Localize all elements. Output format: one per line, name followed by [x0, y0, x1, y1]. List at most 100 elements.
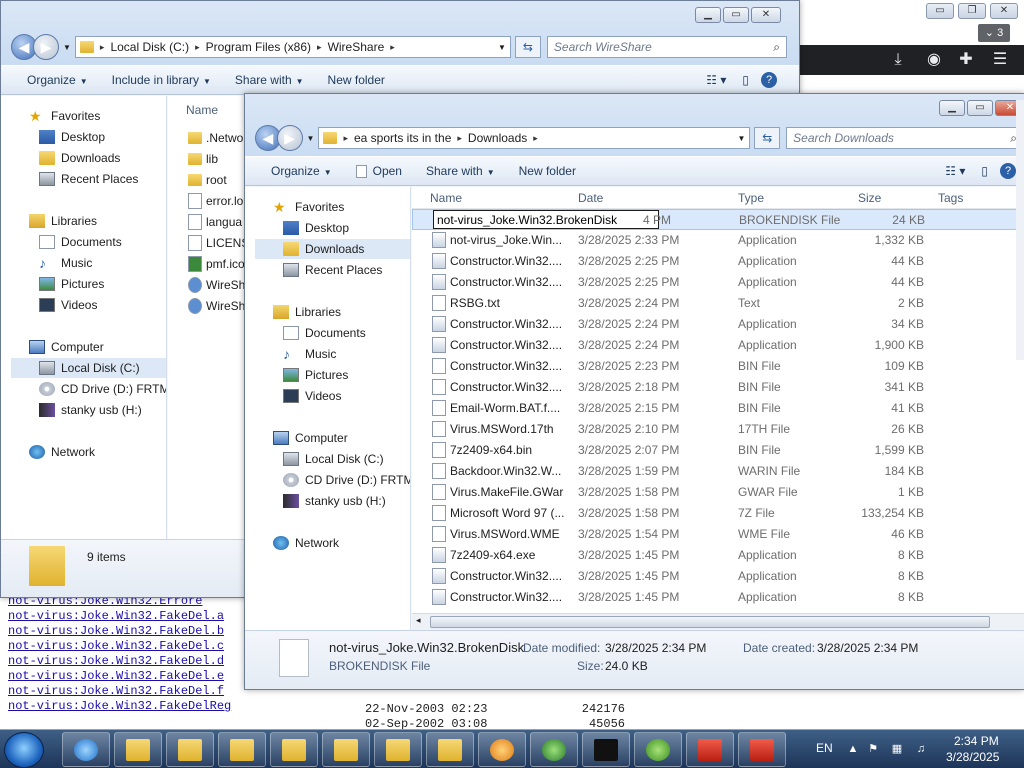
- profile-icon[interactable]: ◉: [924, 50, 944, 70]
- file-row[interactable]: LICENS: [168, 233, 248, 254]
- taskbar-utorrent[interactable]: [634, 732, 682, 767]
- nav-videos[interactable]: Videos: [283, 386, 341, 406]
- rename-input[interactable]: [433, 210, 659, 229]
- clock-time[interactable]: 2:34 PM: [954, 734, 999, 748]
- taskbar-ie[interactable]: [62, 732, 110, 767]
- horizontal-scrollbar[interactable]: ◂: [412, 613, 1024, 630]
- address-dropdown-icon[interactable]: ▼: [737, 134, 745, 143]
- file-row[interactable]: not-virus_Joke.Win... 3/28/2025 2:33 PM Ap…: [412, 230, 1024, 251]
- include-in-library-button[interactable]: Include in library ▼: [100, 73, 223, 87]
- scroll-left-icon[interactable]: ◂: [416, 615, 421, 626]
- browser-minimize-button[interactable]: ▭: [926, 3, 954, 19]
- file-row[interactable]: pmf.ico: [168, 254, 248, 275]
- volume-icon[interactable]: ♫: [914, 742, 928, 756]
- file-row[interactable]: Constructor.Win32.... 3/28/2025 2:25 PM Ap…: [412, 251, 1024, 272]
- file-row[interactable]: Constructor.Win32.... 3/28/2025 2:18 PM BI…: [412, 377, 1024, 398]
- clock-date[interactable]: 3/28/2025: [946, 750, 999, 764]
- new-folder-button[interactable]: New folder: [316, 73, 397, 87]
- recent-dropdown-icon[interactable]: ▼: [307, 134, 315, 143]
- nav-documents[interactable]: Documents: [283, 323, 366, 343]
- file-row[interactable]: 7z2409-x64.bin 3/28/2025 2:07 PM BIN File 1…: [412, 440, 1024, 461]
- nav-music[interactable]: ♪ Music: [39, 253, 92, 273]
- file-row[interactable]: Virus.MSWord.17th 3/28/2025 2:10 PM 17TH F…: [412, 419, 1024, 440]
- taskbar-red-app[interactable]: [738, 732, 786, 767]
- nav-desktop[interactable]: Desktop: [39, 127, 105, 147]
- link-item[interactable]: not-virus:Joke.Win32.FakeDelReg: [8, 699, 231, 714]
- taskbar-explorer[interactable]: [166, 732, 214, 767]
- nav-cd-drive[interactable]: CD Drive (D:) FRTME: [283, 470, 410, 490]
- nav-computer[interactable]: Computer: [29, 337, 104, 357]
- share-with-button[interactable]: Share with ▼: [414, 164, 507, 178]
- organize-button[interactable]: Organize ▼: [245, 164, 344, 178]
- share-with-button[interactable]: Share with ▼: [223, 73, 316, 87]
- close-button[interactable]: ✕: [751, 7, 781, 23]
- file-row[interactable]: root: [168, 170, 248, 191]
- nav-recent-places[interactable]: Recent Places: [283, 260, 382, 280]
- nav-documents[interactable]: Documents: [39, 232, 122, 252]
- minimize-button[interactable]: ▁: [695, 7, 721, 23]
- minimize-button[interactable]: ▁: [939, 100, 965, 116]
- link-item[interactable]: not-virus:Joke.Win32.FakeDel.f: [8, 684, 231, 699]
- nav-computer[interactable]: Computer: [273, 428, 348, 448]
- column-name[interactable]: Name: [430, 191, 462, 205]
- browser-close-button[interactable]: ✕: [990, 3, 1018, 19]
- nav-usb[interactable]: stanky usb (H:): [39, 400, 142, 420]
- file-row[interactable]: Constructor.Win32.... 3/28/2025 1:45 PM Ap…: [412, 566, 1024, 587]
- start-button[interactable]: [4, 732, 44, 768]
- help-icon[interactable]: ?: [761, 72, 777, 88]
- maximize-button[interactable]: ▭: [723, 7, 749, 23]
- preview-pane-icon[interactable]: ▯: [730, 73, 761, 87]
- column-type[interactable]: Type: [738, 191, 764, 205]
- file-row[interactable]: 7z2409-x64.exe 3/28/2025 1:45 PM Applicati…: [412, 545, 1024, 566]
- new-folder-button[interactable]: New folder: [507, 164, 588, 178]
- nav-local-disk[interactable]: Local Disk (C:): [283, 449, 384, 469]
- organize-button[interactable]: Organize ▼: [1, 73, 100, 87]
- nav-network[interactable]: Network: [29, 442, 95, 462]
- nav-cd-drive[interactable]: CD Drive (D:) FRTME: [39, 379, 166, 399]
- taskbar-explorer-downloads[interactable]: [426, 732, 474, 767]
- breadcrumb-item[interactable]: Program Files (x86): [206, 40, 311, 54]
- taskbar-cat-app[interactable]: [582, 732, 630, 767]
- link-item[interactable]: not-virus:Joke.Win32.FakeDel.d: [8, 654, 231, 669]
- breadcrumb-item[interactable]: Downloads: [468, 131, 527, 145]
- taskbar-media-player[interactable]: [478, 732, 526, 767]
- preview-pane-icon[interactable]: ▯: [969, 164, 1000, 178]
- nav-usb[interactable]: stanky usb (H:): [283, 491, 386, 511]
- address-bar[interactable]: ▸ ea sports its in the ▸ Downloads ▸ ▼: [318, 127, 751, 149]
- taskbar-red-app[interactable]: [686, 732, 734, 767]
- nav-libraries[interactable]: Libraries: [29, 211, 97, 231]
- file-row[interactable]: Constructor.Win32.... 3/28/2025 1:45 PM Ap…: [412, 587, 1024, 608]
- language-indicator[interactable]: EN: [816, 741, 833, 755]
- nav-music[interactable]: ♪ Music: [283, 344, 336, 364]
- nav-favorites[interactable]: ★ Favorites: [273, 197, 344, 217]
- nav-downloads[interactable]: Downloads: [39, 148, 120, 168]
- file-row[interactable]: Constructor.Win32.... 3/28/2025 2:25 PM Ap…: [412, 272, 1024, 293]
- file-row[interactable]: Constructor.Win32.... 3/28/2025 2:24 PM Ap…: [412, 314, 1024, 335]
- file-row[interactable]: WireSh: [168, 275, 248, 296]
- nav-videos[interactable]: Videos: [39, 295, 97, 315]
- link-item[interactable]: not-virus:Joke.Win32.FakeDel.b: [8, 624, 231, 639]
- nav-favorites[interactable]: ★ Favorites: [29, 106, 100, 126]
- file-row[interactable]: Constructor.Win32.... 3/28/2025 2:24 PM Ap…: [412, 335, 1024, 356]
- file-row[interactable]: langua: [168, 212, 248, 233]
- view-options-icon[interactable]: ☷ ▾: [702, 73, 730, 87]
- breadcrumb-item[interactable]: Local Disk (C:): [110, 40, 189, 54]
- nav-libraries[interactable]: Libraries: [273, 302, 341, 322]
- nav-recent-places[interactable]: Recent Places: [39, 169, 138, 189]
- column-date[interactable]: Date: [578, 191, 603, 205]
- nav-desktop[interactable]: Desktop: [283, 218, 349, 238]
- file-row[interactable]: Virus.MSWord.WME 3/28/2025 1:54 PM WME Fil…: [412, 524, 1024, 545]
- breadcrumb-item[interactable]: WireShare: [328, 40, 385, 54]
- column-tags[interactable]: Tags: [938, 191, 963, 205]
- link-item[interactable]: not-virus:Joke.Win32.FakeDel.a: [8, 609, 231, 624]
- page-scrollbar[interactable]: [1016, 100, 1024, 360]
- nav-local-disk[interactable]: Local Disk (C:): [11, 358, 166, 378]
- link-item[interactable]: not-virus:Joke.Win32.FakeDel.e: [8, 669, 231, 684]
- nav-network[interactable]: Network: [273, 533, 339, 553]
- taskbar-explorer[interactable]: [270, 732, 318, 767]
- file-row[interactable]: Virus.MakeFile.GWar 3/28/2025 1:58 PM GWAR…: [412, 482, 1024, 503]
- file-row[interactable]: error.lo: [168, 191, 248, 212]
- network-tray-icon[interactable]: ▦: [890, 742, 904, 756]
- extensions-icon[interactable]: ✚: [956, 50, 976, 70]
- maximize-button[interactable]: ▭: [967, 100, 993, 116]
